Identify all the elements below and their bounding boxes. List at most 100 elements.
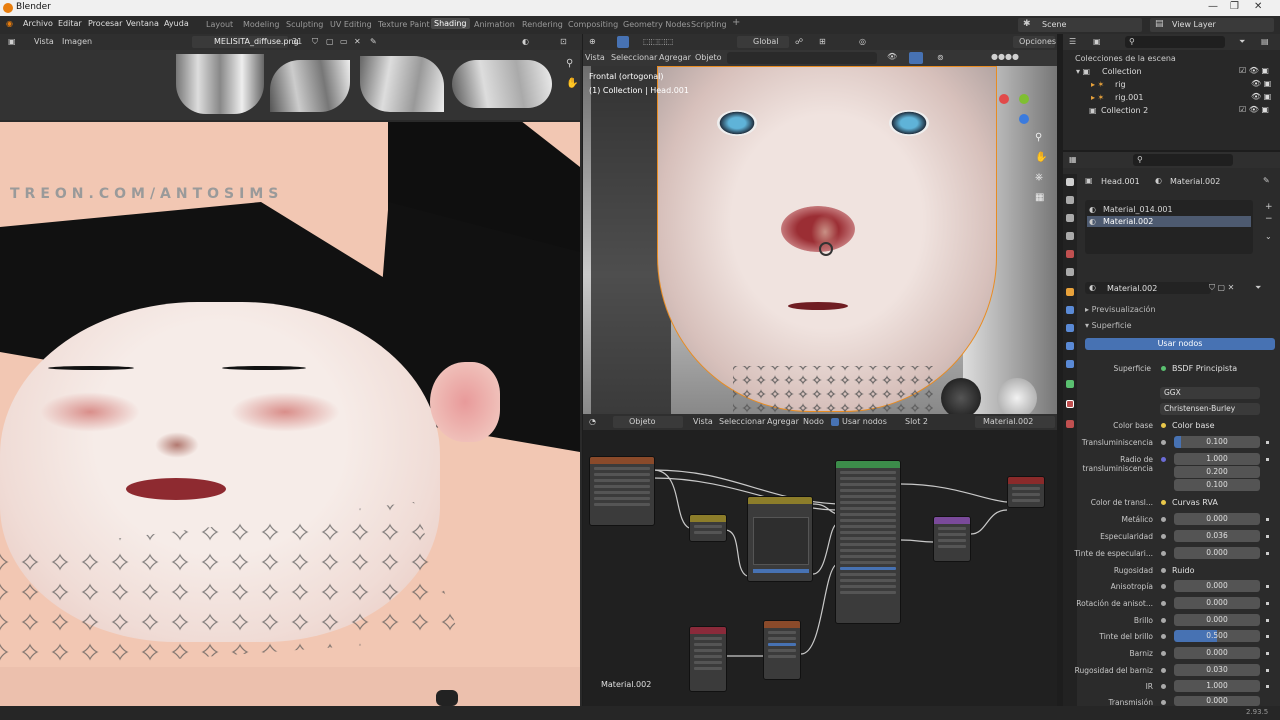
viewport-search-field[interactable] — [727, 52, 877, 64]
3d-viewport[interactable]: ⊕ ⬚⬚⬚⬚ Global ☍ ⊞ ◎ Opciones Vista Selec… — [583, 34, 1057, 414]
tool-tab-icon[interactable] — [1066, 178, 1074, 186]
properties-search-input[interactable] — [1133, 154, 1233, 166]
value-socket-icon[interactable] — [1161, 668, 1166, 673]
checkbox-icon[interactable]: ☑ 👁 ▣ — [1239, 105, 1269, 114]
viewport-pan-icon[interactable]: ✋ — [1035, 152, 1047, 163]
properties-type-icon[interactable]: ▦ — [1069, 155, 1077, 164]
tab-animation[interactable]: Animation — [474, 20, 515, 29]
tab-texture-paint[interactable]: Texture Paint — [378, 20, 430, 29]
camera-icon[interactable]: ⎈ — [1035, 172, 1043, 183]
tab-shading[interactable]: Shading — [431, 18, 470, 29]
keyframe-dot-icon[interactable] — [1266, 619, 1269, 622]
scene-tab-icon[interactable] — [1066, 250, 1074, 258]
material-tab-icon[interactable] — [1066, 400, 1074, 408]
select-mode-icon[interactable] — [617, 36, 629, 48]
keyframe-dot-icon[interactable] — [1266, 602, 1269, 605]
surface-panel-header[interactable]: ▾ Superficie — [1085, 321, 1132, 330]
value-socket-icon[interactable] — [1161, 568, 1166, 573]
value-socket-icon[interactable] — [1161, 601, 1166, 606]
modifier-tab-icon[interactable] — [1066, 306, 1074, 314]
close-icon[interactable]: ✕ — [1254, 1, 1262, 12]
preview-panel-header[interactable]: ▸ Previsualización — [1085, 305, 1156, 314]
node-texture-coordinate[interactable] — [689, 626, 727, 692]
clearcoat-field[interactable]: 0.000 — [1174, 647, 1260, 659]
clearcoat-roughness-field[interactable]: 0.030 — [1174, 664, 1260, 676]
maximize-icon[interactable]: ❐ — [1230, 1, 1239, 12]
fake-user-shield-icon[interactable]: ⛉ ▢ ✕ — [1209, 283, 1234, 293]
blender-menu-icon[interactable]: ◉ — [6, 19, 13, 28]
shader-socket-icon[interactable] — [1161, 366, 1166, 371]
subsurface-radius-z[interactable]: 0.100 — [1174, 479, 1260, 491]
open-folder-icon[interactable]: ▭ — [340, 37, 348, 46]
subsurface-radius-y[interactable]: 0.200 — [1174, 466, 1260, 478]
value-socket-icon[interactable] — [1161, 634, 1166, 639]
distribution-dropdown[interactable]: GGX — [1160, 387, 1260, 399]
select-box-icon[interactable]: ⬚⬚⬚⬚ — [643, 37, 673, 46]
eye-icon[interactable]: 👁 ▣ — [1251, 79, 1271, 88]
hand-icon[interactable]: ✋ — [566, 78, 578, 89]
menu-imagen[interactable]: Imagen — [62, 37, 92, 46]
specular-tint-field[interactable]: 0.000 — [1174, 547, 1260, 559]
world-tab-icon[interactable] — [1066, 268, 1074, 276]
remove-slot-icon[interactable]: − — [1265, 214, 1273, 224]
use-nodes-button[interactable]: Usar nodos — [1085, 338, 1275, 350]
physics-tab-icon[interactable] — [1066, 342, 1074, 350]
menu-ayuda[interactable]: Ayuda — [164, 19, 189, 28]
keyframe-dot-icon[interactable] — [1266, 669, 1269, 672]
menu-vista[interactable]: Vista — [34, 37, 54, 46]
pin-icon[interactable]: ✎ — [370, 37, 377, 46]
menu-agregar-3d[interactable]: Agregar — [659, 53, 691, 62]
specular-field[interactable]: 0.036 — [1174, 530, 1260, 542]
checkbox-icon[interactable]: ☑ 👁 ▣ — [1239, 66, 1269, 75]
menu-ventana[interactable]: Ventana — [126, 19, 159, 28]
menu-nodo[interactable]: Nodo — [803, 417, 824, 426]
shading-solid-icon[interactable]: ●●●● — [991, 52, 1019, 61]
visibility-icon[interactable]: 👁 — [887, 52, 897, 61]
ior-field[interactable]: 1.000 — [1174, 680, 1260, 692]
menu-seleccionar-3d[interactable]: Seleccionar — [611, 53, 657, 62]
color-socket-icon[interactable] — [1161, 500, 1166, 505]
tab-scripting[interactable]: Scripting — [691, 20, 727, 29]
keyframe-dot-icon[interactable] — [1266, 458, 1269, 461]
node-rgb-curves[interactable] — [747, 496, 813, 582]
outliner[interactable]: ☰ ▣ ⚲ ⏷ ▤ Colecciones de la escena ▾ ▣ C… — [1063, 34, 1280, 150]
particles-tab-icon[interactable] — [1066, 324, 1074, 332]
menu-vista-node[interactable]: Vista — [693, 417, 713, 426]
slot-selector[interactable]: Slot 2 — [905, 417, 928, 426]
value-socket-icon[interactable] — [1161, 440, 1166, 445]
keyframe-dot-icon[interactable] — [1266, 441, 1269, 444]
image-view-menu-icon[interactable]: ⊡ — [560, 37, 567, 46]
gizmo-z-icon[interactable] — [1019, 114, 1029, 124]
tab-geometry-nodes[interactable]: Geometry Nodes — [623, 20, 690, 29]
subsurface-field[interactable]: 0.100 — [1174, 436, 1260, 448]
render-tab-icon[interactable] — [1066, 196, 1074, 204]
value-socket-icon[interactable] — [1161, 551, 1166, 556]
new-collection-icon[interactable]: ▤ — [1261, 37, 1269, 46]
tab-compositing[interactable]: Compositing — [568, 20, 618, 29]
object-tab-icon[interactable] — [1066, 288, 1074, 296]
value-socket-icon[interactable] — [1161, 534, 1166, 539]
outliner-row-rig[interactable]: ▸ ✶ rig — [1063, 79, 1273, 90]
tab-rendering[interactable]: Rendering — [522, 20, 563, 29]
node-material-output[interactable] — [1007, 476, 1045, 508]
transmission-field[interactable]: 0.000 — [1174, 696, 1260, 706]
view-layer-tab-icon[interactable] — [1066, 232, 1074, 240]
minimize-icon[interactable]: — — [1208, 1, 1218, 12]
filter-icon[interactable]: ⏷ — [1239, 37, 1245, 47]
color-socket-icon[interactable] — [1161, 423, 1166, 428]
keyframe-dot-icon[interactable] — [1266, 635, 1269, 638]
new-image-icon[interactable]: ▢ — [326, 37, 334, 46]
keyframe-dot-icon[interactable] — [1266, 685, 1269, 688]
outliner-type-icon[interactable]: ☰ — [1069, 37, 1076, 46]
eye-icon[interactable]: 👁 ▣ — [1251, 92, 1271, 101]
menu-procesar[interactable]: Procesar — [88, 19, 122, 28]
node-editor-type-icon[interactable]: ◔ — [589, 417, 596, 426]
surface-shader-value[interactable]: BSDF Principista — [1172, 364, 1237, 373]
zoom-icon[interactable]: ⚲ — [566, 58, 573, 69]
scene-selector[interactable]: ✱ Scene — [1018, 18, 1142, 32]
gizmo-y-icon[interactable] — [1019, 94, 1029, 104]
gizmo-x-icon[interactable] — [999, 94, 1009, 104]
output-tab-icon[interactable] — [1066, 214, 1074, 222]
node-image-texture[interactable] — [589, 456, 655, 526]
menu-vista-3d[interactable]: Vista — [585, 53, 605, 62]
